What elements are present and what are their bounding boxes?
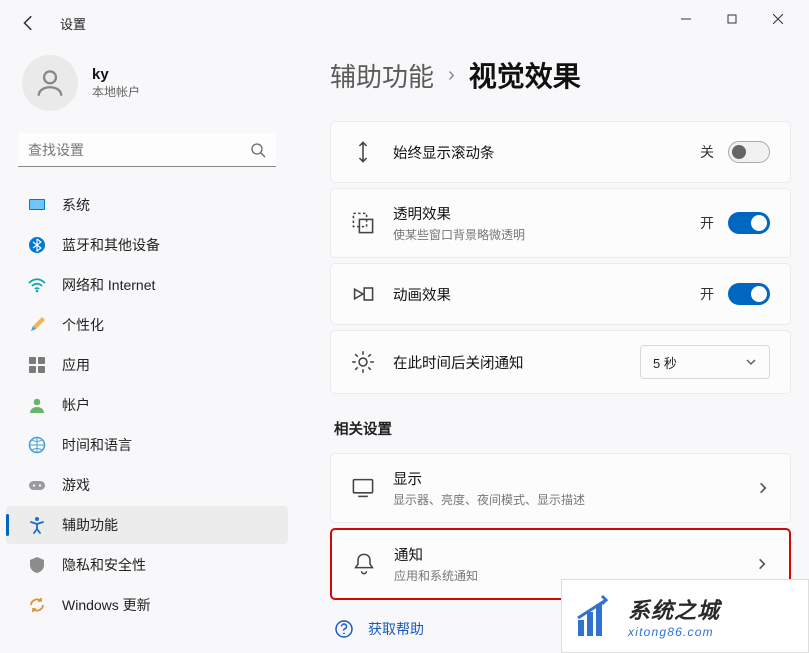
content: 辅助功能 › 视觉效果 始终显示滚动条 关 透明效果 使某些窗口背景略微透明 — [300, 37, 809, 653]
search-icon — [250, 142, 266, 158]
sidebar-item-accessibility[interactable]: 辅助功能 — [6, 506, 288, 544]
sidebar-item-time-language[interactable]: 时间和语言 — [6, 426, 288, 464]
shield-icon — [28, 556, 46, 574]
app-title: 设置 — [60, 14, 86, 33]
toggle-state: 开 — [700, 284, 714, 304]
link-subtitle: 显示器、亮度、夜间模式、显示描述 — [393, 491, 756, 508]
breadcrumb-parent[interactable]: 辅助功能 — [330, 57, 434, 94]
sidebar-item-label: 隐私和安全性 — [62, 555, 146, 575]
dismiss-duration-dropdown[interactable]: 5 秒 — [640, 345, 770, 379]
breadcrumb: 辅助功能 › 视觉效果 — [330, 55, 791, 95]
sidebar-item-apps[interactable]: 应用 — [6, 346, 288, 384]
setting-scrollbar: 始终显示滚动条 关 — [330, 121, 791, 183]
setting-title: 在此时间后关闭通知 — [393, 352, 640, 373]
sidebar-item-label: 网络和 Internet — [62, 275, 155, 295]
chevron-right-icon: › — [448, 64, 455, 87]
user-block[interactable]: ky 本地帐户 — [0, 37, 294, 133]
setting-animation: 动画效果 开 — [330, 263, 791, 325]
sidebar-item-gaming[interactable]: 游戏 — [6, 466, 288, 504]
sidebar-item-label: 辅助功能 — [62, 515, 118, 535]
wifi-icon — [28, 276, 46, 294]
sidebar-item-label: 帐户 — [62, 395, 90, 415]
nav: 系统 蓝牙和其他设备 网络和 Internet 个性化 应用 — [0, 181, 294, 629]
animation-icon — [351, 282, 375, 306]
sidebar-item-label: 蓝牙和其他设备 — [62, 235, 160, 255]
setting-title: 动画效果 — [393, 284, 700, 305]
accessibility-icon — [28, 516, 46, 534]
setting-title: 透明效果 — [393, 203, 700, 224]
update-icon — [28, 596, 46, 614]
link-title: 显示 — [393, 468, 756, 489]
sidebar-item-bluetooth[interactable]: 蓝牙和其他设备 — [6, 226, 288, 264]
display-icon — [351, 476, 375, 500]
sidebar-item-windows-update[interactable]: Windows 更新 — [6, 586, 288, 624]
brightness-icon — [351, 350, 375, 374]
user-name: ky — [92, 66, 140, 83]
apps-icon — [28, 356, 46, 374]
sidebar-item-label: Windows 更新 — [62, 595, 151, 615]
minimize-button[interactable] — [663, 3, 709, 35]
chevron-right-icon — [756, 481, 770, 495]
user-subtitle: 本地帐户 — [92, 83, 140, 100]
brush-icon — [28, 316, 46, 334]
setting-subtitle: 使某些窗口背景略微透明 — [393, 226, 700, 243]
sidebar-item-system[interactable]: 系统 — [6, 186, 288, 224]
help-label: 获取帮助 — [368, 619, 424, 639]
sidebar-item-network[interactable]: 网络和 Internet — [6, 266, 288, 304]
toggle-state: 开 — [700, 213, 714, 233]
watermark-title: 系统之城 — [628, 593, 720, 625]
related-heading: 相关设置 — [334, 418, 791, 439]
system-icon — [28, 196, 46, 214]
sidebar: ky 本地帐户 系统 蓝牙和其他设备 网络和 Inte — [0, 37, 300, 653]
dropdown-value: 5 秒 — [653, 353, 677, 372]
sidebar-item-personalization[interactable]: 个性化 — [6, 306, 288, 344]
setting-title: 始终显示滚动条 — [393, 142, 700, 163]
sidebar-item-label: 个性化 — [62, 315, 104, 335]
search-box[interactable] — [18, 133, 276, 167]
gaming-icon — [28, 476, 46, 494]
chevron-down-icon — [745, 356, 757, 368]
sidebar-item-label: 游戏 — [62, 475, 90, 495]
setting-dismiss-notifications: 在此时间后关闭通知 5 秒 — [330, 330, 791, 394]
avatar — [22, 55, 78, 111]
chevron-right-icon — [755, 557, 769, 571]
sidebar-item-label: 应用 — [62, 355, 90, 375]
maximize-button[interactable] — [709, 3, 755, 35]
setting-transparency: 透明效果 使某些窗口背景略微透明 开 — [330, 188, 791, 258]
bluetooth-icon — [28, 236, 46, 254]
watermark-url: xitong86.com — [628, 625, 720, 639]
watermark-logo-icon — [572, 592, 620, 640]
search-input[interactable] — [18, 133, 276, 167]
sidebar-item-label: 时间和语言 — [62, 435, 132, 455]
clock-globe-icon — [28, 436, 46, 454]
transparency-toggle[interactable] — [728, 212, 770, 234]
toggle-state: 关 — [700, 142, 714, 162]
sidebar-item-privacy[interactable]: 隐私和安全性 — [6, 546, 288, 584]
close-button[interactable] — [755, 3, 801, 35]
accounts-icon — [28, 396, 46, 414]
sidebar-item-accounts[interactable]: 帐户 — [6, 386, 288, 424]
transparency-icon — [351, 211, 375, 235]
related-display[interactable]: 显示 显示器、亮度、夜间模式、显示描述 — [330, 453, 791, 523]
bell-icon — [352, 552, 376, 576]
scrollbar-toggle[interactable] — [728, 141, 770, 163]
link-title: 通知 — [394, 544, 755, 565]
page-title: 视觉效果 — [469, 55, 581, 95]
scrollbar-icon — [351, 140, 375, 164]
animation-toggle[interactable] — [728, 283, 770, 305]
help-icon — [334, 619, 354, 639]
back-button[interactable] — [20, 14, 38, 32]
watermark: 系统之城 xitong86.com — [561, 579, 809, 653]
sidebar-item-label: 系统 — [62, 195, 90, 215]
